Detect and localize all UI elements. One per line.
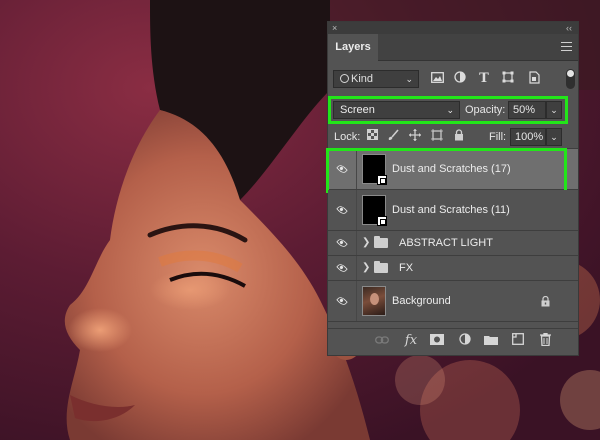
folder-icon <box>374 261 388 273</box>
blend-row: Screen ⌄ Opacity: 50% ⌄ <box>328 96 578 124</box>
layer-row[interactable]: ❯ ABSTRACT LIGHT <box>328 231 578 256</box>
panel-tabbar: Layers <box>328 34 578 61</box>
smart-object-badge-icon <box>377 175 387 185</box>
visibility-toggle[interactable] <box>328 149 357 189</box>
layer-row[interactable]: ❯ FX <box>328 256 578 281</box>
layer-name: FX <box>399 262 414 274</box>
chevron-right-icon[interactable]: ❯ <box>362 237 370 248</box>
new-group-icon[interactable] <box>483 333 499 349</box>
lock-transparent-pixels-icon[interactable] <box>365 129 379 143</box>
eye-icon <box>336 237 348 249</box>
layer-row[interactable]: Dust and Scratches (11) <box>328 190 578 231</box>
adjustment-filter-icon[interactable] <box>452 71 468 87</box>
layers-panel: × ‹‹ Layers Kind ⌄ T Screen ⌄ Opacity: 5… <box>326 21 579 356</box>
layer-name: ABSTRACT LIGHT <box>399 237 493 249</box>
layer-thumbnail <box>362 195 387 226</box>
delete-layer-icon[interactable] <box>537 333 553 349</box>
lock-label: Lock: <box>334 131 361 143</box>
fill-input[interactable]: 100% <box>510 128 546 146</box>
filter-kind-select[interactable]: Kind ⌄ <box>333 70 419 88</box>
eye-icon <box>336 262 348 274</box>
smart-object-badge-icon <box>377 216 387 226</box>
filter-row: Kind ⌄ T <box>328 65 578 95</box>
visibility-toggle[interactable] <box>328 256 357 280</box>
lock-image-pixels-icon[interactable] <box>386 129 400 143</box>
panel-titlebar: × ‹‹ <box>328 22 578 34</box>
shape-filter-icon[interactable] <box>500 71 516 87</box>
eye-icon <box>336 204 348 216</box>
layer-row[interactable]: Dust and Scratches (17) <box>326 148 578 193</box>
tab-layers[interactable]: Layers <box>328 34 378 61</box>
folder-icon <box>374 236 388 248</box>
link-layers-icon[interactable] <box>374 333 390 349</box>
new-layer-icon[interactable] <box>510 333 526 349</box>
layer-thumbnail <box>362 286 386 316</box>
chevron-down-icon: ⌄ <box>405 74 413 84</box>
lock-all-icon[interactable] <box>452 129 466 143</box>
panel-menu-icon[interactable] <box>561 42 572 51</box>
search-icon <box>340 74 349 83</box>
lock-row: Lock: Fill: 100% ⌄ <box>328 126 578 149</box>
prevent-autonest-icon[interactable] <box>430 129 444 143</box>
layer-row[interactable]: Background <box>328 281 578 322</box>
fill-slider-toggle[interactable]: ⌄ <box>546 128 562 146</box>
close-icon[interactable]: × <box>332 22 337 34</box>
smart-object-filter-icon[interactable] <box>526 71 542 87</box>
layers-bottom-bar: fx <box>328 328 578 355</box>
image-filter-icon[interactable] <box>429 71 445 87</box>
fill-label: Fill: <box>489 131 507 143</box>
layer-thumbnail <box>362 154 387 185</box>
chevron-right-icon[interactable]: ❯ <box>362 262 370 273</box>
blend-row-highlight <box>328 96 568 124</box>
eye-icon <box>336 163 348 175</box>
layer-list: Dust and Scratches (17) Dust and Scratch… <box>326 148 578 322</box>
visibility-toggle[interactable] <box>328 231 357 255</box>
filter-kind-label: Kind <box>351 73 374 85</box>
eye-icon <box>336 295 348 307</box>
layer-lock-icon <box>541 295 550 310</box>
lock-position-icon[interactable] <box>408 129 422 143</box>
layer-name: Background <box>392 295 451 307</box>
visibility-toggle[interactable] <box>328 281 357 321</box>
fx-icon[interactable]: fx <box>403 333 419 349</box>
type-filter-icon[interactable]: T <box>476 71 492 87</box>
add-mask-icon[interactable] <box>429 333 445 349</box>
layer-name: Dust and Scratches (11) <box>392 204 510 216</box>
collapse-icon[interactable]: ‹‹ <box>566 22 572 34</box>
layer-name: Dust and Scratches (17) <box>392 163 511 175</box>
adjustment-layer-icon[interactable] <box>457 333 473 349</box>
filter-toggle-switch[interactable] <box>566 69 575 89</box>
visibility-toggle[interactable] <box>328 190 357 230</box>
